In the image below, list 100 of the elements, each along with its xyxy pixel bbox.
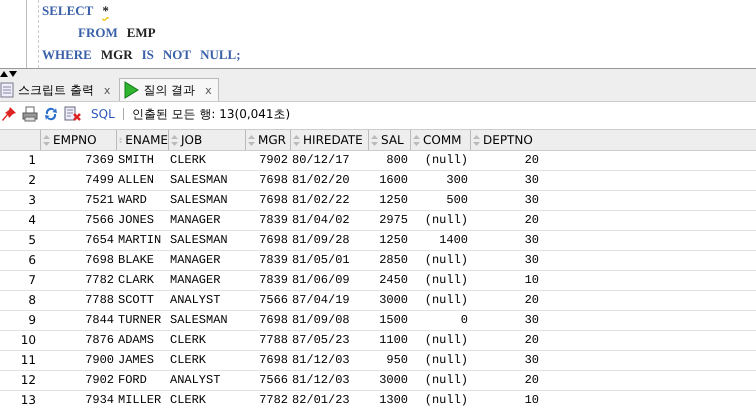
results-tab[interactable]: 질의 결과 x (119, 78, 219, 101)
table-cell-text: 81/02/20 (291, 172, 351, 189)
table-cell-text: 7902 (84, 372, 115, 389)
table-cell-text: 1500 (378, 312, 409, 329)
table-cell-text: 1100 (378, 332, 409, 349)
refresh-icon[interactable] (43, 106, 59, 122)
row-number: 7 (27, 272, 37, 289)
column-header[interactable]: DEPTNO (470, 130, 541, 150)
row-number: 12 (20, 372, 37, 389)
code-token: MGR (100, 46, 133, 64)
sql-link[interactable]: SQL (91, 107, 115, 121)
table-cell-text: 0 (460, 312, 469, 329)
table-cell-text: 7902 (258, 152, 289, 169)
sort-icon (473, 134, 480, 146)
sort-icon (371, 134, 378, 146)
table-cell-text: 950 (385, 352, 409, 369)
table-cell-text: BLAKE (117, 252, 156, 269)
table-cell-text: 81/12/03 (291, 352, 351, 369)
table-cell-text: 30 (524, 312, 540, 329)
sort-icon (413, 134, 420, 146)
table-cell-text: 7839 (258, 212, 289, 229)
row-number: 2 (27, 172, 37, 189)
table-cell-text: 87/05/23 (291, 332, 351, 349)
table-cell-text: MARTIN (117, 232, 162, 249)
code-token: SELECT (42, 2, 94, 20)
table-cell-text: 7566 (258, 292, 289, 309)
column-header[interactable]: COMM (410, 130, 470, 150)
row-number: 6 (27, 252, 37, 269)
pin-icon[interactable] (1, 106, 17, 122)
table-cell-text: 2850 (378, 252, 409, 269)
table-cell-text: 7698 (258, 232, 289, 249)
table-cell-text: 80/12/17 (291, 152, 351, 169)
table-cell-text: 500 (445, 192, 469, 209)
table-cell-text: 3000 (378, 372, 409, 389)
table-cell-text: 81/09/28 (291, 232, 351, 249)
results-tab[interactable]: 스크립트 출력 x (0, 79, 116, 101)
table-cell-text: MILLER (117, 392, 162, 409)
table-cell-text: 7844 (84, 312, 115, 329)
column-header[interactable]: JOB (168, 130, 245, 150)
column-header[interactable]: SAL (368, 130, 410, 150)
table-cell-text: 30 (524, 192, 540, 209)
table-cell-text: 30 (524, 352, 540, 369)
table-cell-text: (null) (424, 152, 469, 169)
table-cell-text: (null) (424, 212, 469, 229)
table-cell-text: 7698 (84, 252, 115, 269)
table-cell-text: 1600 (378, 172, 409, 189)
table-cell-text: SALESMAN (169, 232, 229, 249)
code-token: EMP (126, 24, 156, 42)
row-number: 11 (20, 352, 37, 369)
row-number: 1 (27, 152, 37, 169)
table-cell-text: 7698 (258, 172, 289, 189)
table-cell-text: 1400 (438, 232, 469, 249)
table-cell-text: 20 (524, 152, 540, 169)
printer-icon[interactable] (22, 106, 38, 122)
code-token: NULL; (200, 46, 241, 64)
table-cell-text: MANAGER (169, 272, 222, 289)
close-icon[interactable]: x (205, 84, 212, 96)
table-cell-text: 30 (524, 252, 540, 269)
table-cell-text: 7900 (84, 352, 115, 369)
code-token: WHERE (42, 46, 92, 64)
table-cell-text: (null) (424, 352, 469, 369)
table-cell-text: ALLEN (117, 172, 156, 189)
table-cell-text: 7698 (258, 352, 289, 369)
table-cell-text: (null) (424, 392, 469, 409)
code-token: FROM (78, 24, 118, 42)
table-cell-text: 81/12/03 (291, 372, 351, 389)
table-cell-text: SALESMAN (169, 192, 229, 209)
table-cell-text: FORD (117, 372, 148, 389)
code-token: IS (142, 46, 154, 64)
column-header[interactable]: EMPNO (40, 130, 116, 150)
table-cell-text: 7521 (84, 192, 115, 209)
code-token: NOT (162, 46, 192, 64)
clear-icon[interactable] (64, 106, 82, 122)
table-cell-text: 7788 (84, 292, 115, 309)
collapse-arrows-icon[interactable] (0, 70, 18, 76)
table-cell-text: SALESMAN (169, 172, 229, 189)
column-header[interactable]: HIREDATE (290, 130, 368, 150)
status-text: 인출된 모든 행: 13(0,041초) (132, 106, 290, 122)
table-cell-text: 87/04/19 (291, 292, 351, 309)
column-header[interactable]: MGR (245, 130, 290, 150)
table-cell-text: 800 (385, 152, 409, 169)
table-cell-text: 7566 (258, 372, 289, 389)
table-cell-text: 7782 (258, 392, 289, 409)
table-cell-text: WARD (117, 192, 148, 209)
table-cell-text: 3000 (378, 292, 409, 309)
table-cell-text: 7698 (258, 192, 289, 209)
table-cell-text: 2975 (378, 212, 409, 229)
sort-icon (171, 134, 178, 146)
table-cell-text: 81/06/09 (291, 272, 351, 289)
row-number: 9 (27, 312, 37, 329)
close-icon[interactable]: x (104, 84, 110, 96)
table-cell-text: 1250 (378, 232, 409, 249)
table-cell-text: CLERK (169, 352, 208, 369)
table-cell-text: 7934 (84, 392, 115, 409)
document-icon (0, 82, 14, 98)
table-cell-text: 81/04/02 (291, 212, 351, 229)
table-cell-text: CLERK (169, 392, 208, 409)
table-cell-text: 2450 (378, 272, 409, 289)
column-header[interactable]: ENAME (116, 130, 168, 150)
table-cell-text: TURNER (117, 312, 162, 329)
